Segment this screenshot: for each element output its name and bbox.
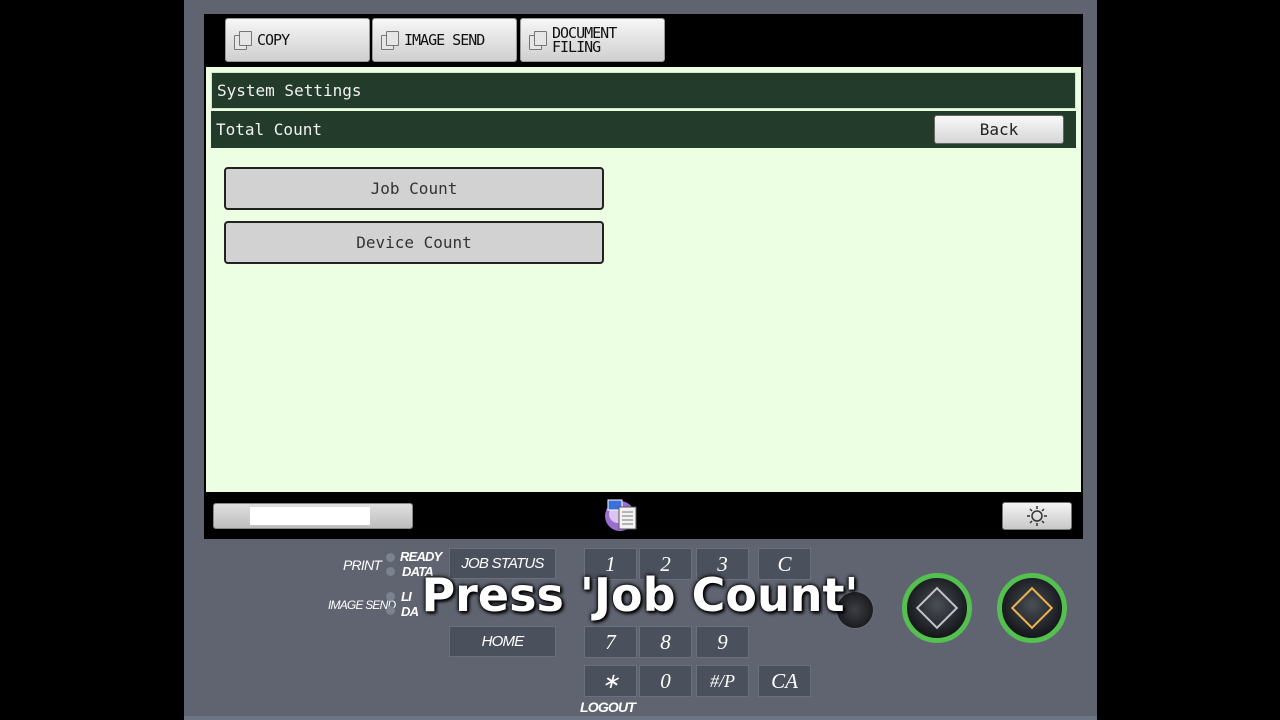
back-button[interactable]: Back (934, 115, 1064, 144)
section-title: Total Count (216, 120, 322, 139)
brightness-button[interactable] (1002, 502, 1072, 530)
tab-label: DOCUMENT FILING (552, 24, 617, 56)
asterisk-key[interactable]: ∗ (584, 665, 637, 697)
tutorial-caption: Press 'Job Count' (421, 568, 859, 622)
settings-panel: System Settings Total Count Back Job Cou… (206, 67, 1081, 492)
key-8[interactable]: 8 (639, 626, 692, 658)
page-title: System Settings (217, 81, 362, 100)
program-key[interactable]: #/P (696, 665, 749, 697)
clear-all-key[interactable]: CA (758, 665, 811, 697)
ready-led (386, 553, 395, 562)
tab-label: IMAGE SEND (404, 31, 485, 49)
sun-icon (1027, 506, 1047, 526)
tab-document-filing[interactable]: DOCUMENT FILING (520, 18, 665, 62)
logout-label: LOGOUT (580, 699, 636, 715)
total-count-header: Total Count Back (211, 111, 1076, 148)
tab-label: COPY (257, 31, 290, 49)
tab-copy[interactable]: COPY (225, 18, 370, 62)
status-strip (206, 492, 1081, 539)
ready-label: READY (400, 549, 442, 564)
progress-fill (250, 507, 370, 525)
system-settings-header: System Settings (211, 72, 1076, 109)
key-9[interactable]: 9 (696, 626, 749, 658)
job-count-button[interactable]: Job Count (224, 167, 604, 210)
tab-image-send[interactable]: IMAGE SEND (372, 18, 517, 62)
key-0[interactable]: 0 (639, 665, 692, 697)
document-filing-icon (529, 31, 547, 50)
job-progress-bar (213, 503, 413, 529)
touch-screen: COPY IMAGE SEND DOCUMENT FILING System S… (204, 14, 1083, 539)
home-button[interactable]: HOME (449, 626, 556, 657)
copy-icon (234, 31, 252, 50)
key-7[interactable]: 7 (584, 626, 637, 658)
device-count-button[interactable]: Device Count (224, 221, 604, 264)
machine-status-icon[interactable] (602, 497, 642, 533)
image-send-icon (381, 31, 399, 50)
